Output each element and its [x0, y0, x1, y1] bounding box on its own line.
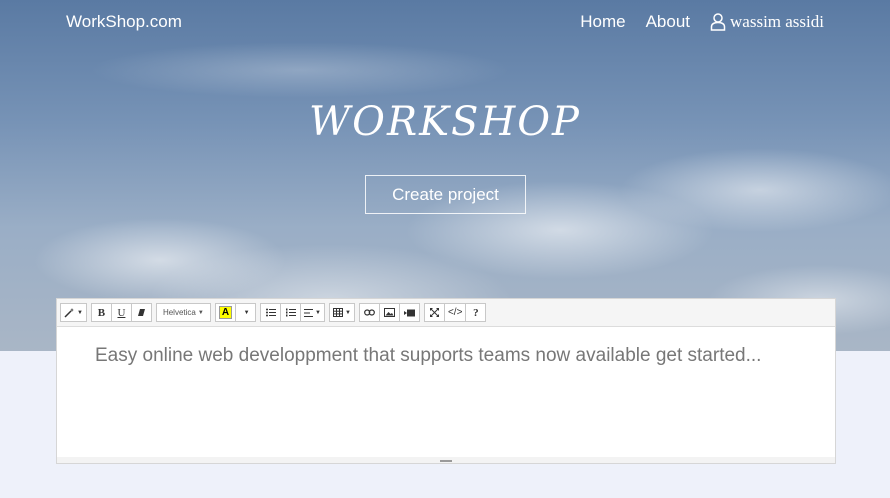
eraser-icon[interactable]	[130, 303, 152, 322]
resize-grip-icon[interactable]	[440, 460, 452, 462]
image-icon[interactable]	[378, 303, 400, 322]
font-family-select[interactable]: Helvetica ▼	[155, 303, 211, 322]
hero-title: WORKSHOP	[309, 99, 581, 145]
editor-toolbar: ▼ B U Helvetica ▼ A ▼ ▼ ▼ </> ?	[57, 299, 835, 327]
table-icon[interactable]: ▼	[329, 303, 355, 322]
editor-content[interactable]: Easy online web developpment that suppor…	[57, 327, 835, 385]
unordered-list-icon[interactable]	[260, 303, 282, 322]
ordered-list-icon[interactable]	[280, 303, 302, 322]
code-view-icon[interactable]: </>	[443, 303, 467, 322]
user-menu[interactable]: wassim assidi	[710, 12, 824, 32]
align-icon[interactable]: ▼	[300, 303, 325, 322]
link-icon[interactable]	[358, 303, 380, 322]
rich-text-editor: ▼ B U Helvetica ▼ A ▼ ▼ ▼ </> ? Easy onl…	[56, 298, 836, 464]
user-name: wassim assidi	[730, 12, 824, 31]
underline-button[interactable]: U	[110, 303, 132, 322]
create-project-button[interactable]: Create project	[365, 175, 526, 214]
video-icon[interactable]	[398, 303, 420, 322]
help-icon[interactable]: ?	[465, 303, 487, 322]
user-icon	[710, 13, 726, 31]
fullscreen-icon[interactable]	[423, 303, 445, 322]
brand-logo[interactable]: WorkShop.com	[66, 12, 182, 32]
magic-wand-icon[interactable]: ▼	[60, 303, 87, 322]
editor-resize-bar[interactable]	[57, 457, 835, 463]
top-nav: Home About wassim assidi	[560, 12, 824, 32]
color-dropdown-icon[interactable]: ▼	[235, 303, 257, 322]
bold-button[interactable]: B	[90, 303, 112, 322]
highlight-color-button[interactable]: A	[214, 303, 237, 322]
nav-home-link[interactable]: Home	[580, 12, 625, 32]
nav-about-link[interactable]: About	[646, 12, 690, 32]
